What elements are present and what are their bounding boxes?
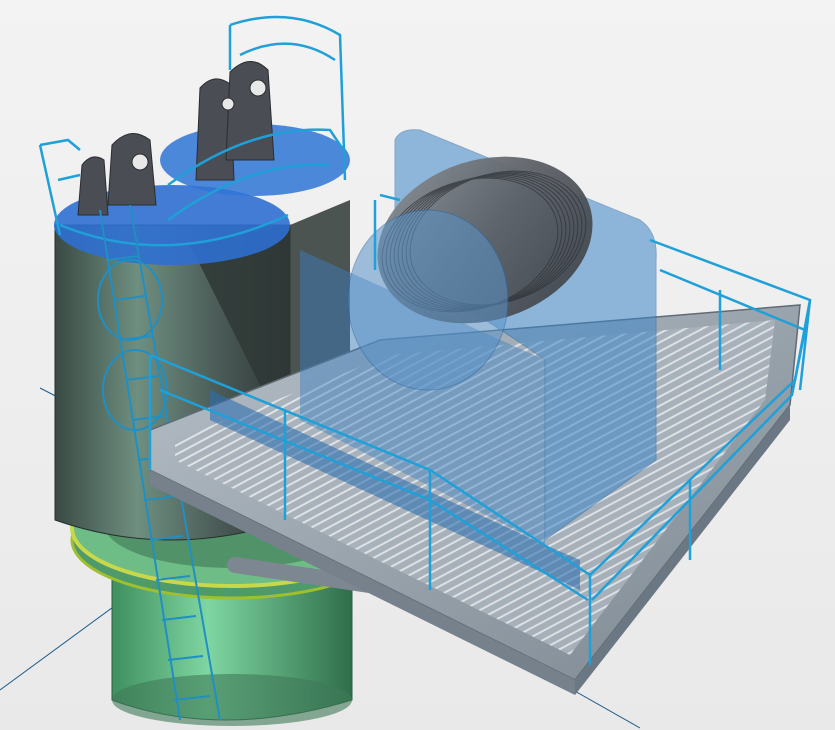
model-canvas[interactable]	[0, 0, 835, 730]
3d-viewport[interactable]	[0, 0, 835, 730]
